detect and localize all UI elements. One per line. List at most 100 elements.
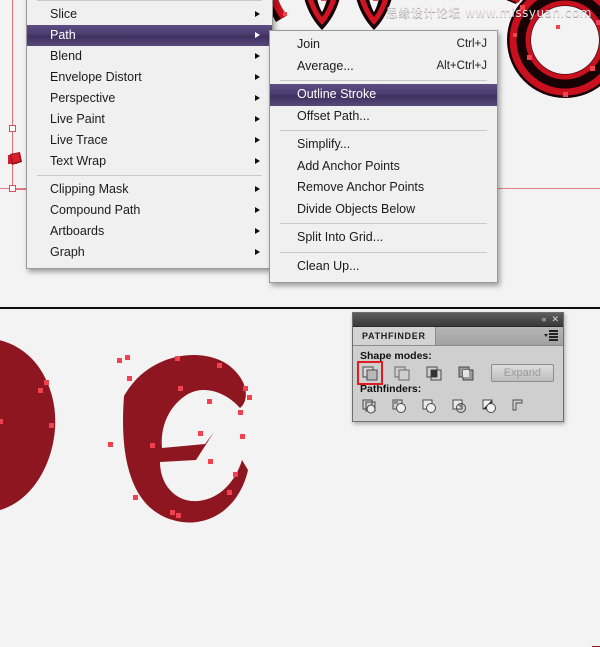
menu-item-outline-stroke[interactable]: Outline Stroke xyxy=(270,84,497,106)
menu-separator xyxy=(37,175,262,176)
panel-body: Shape modes: Expand Pathfinders: xyxy=(353,346,563,421)
menu-separator xyxy=(280,251,487,253)
menu-item-label: Remove Anchor Points xyxy=(297,180,425,194)
tab-label: PATHFINDER xyxy=(362,331,426,341)
close-icon[interactable]: ✕ xyxy=(551,314,559,325)
menu-item-label: Join xyxy=(297,37,320,51)
chevron-right-icon xyxy=(255,11,260,17)
menu-item-label: Offset Path... xyxy=(297,108,370,123)
menu-item-average[interactable]: Average... Alt+Ctrl+J xyxy=(270,56,497,78)
hamburger-icon xyxy=(549,330,558,341)
menu-item-label: Slice xyxy=(50,7,78,21)
minus-back-icon xyxy=(512,399,522,410)
menu-item-label: Perspective xyxy=(50,91,116,105)
pane-divider xyxy=(0,307,600,309)
menu-item-join[interactable]: Join Ctrl+J xyxy=(270,34,497,56)
outline-icon xyxy=(482,399,496,413)
path-submenu[interactable]: Join Ctrl+J Average... Alt+Ctrl+J Outlin… xyxy=(269,30,498,283)
crop-button[interactable] xyxy=(450,397,470,415)
pathfinders-label: Pathfinders: xyxy=(360,383,422,395)
panel-tab-row[interactable]: PATHFINDER xyxy=(353,327,563,346)
menu-item-clipping-mask[interactable]: Clipping Mask xyxy=(27,179,272,200)
chevron-right-icon xyxy=(255,32,260,38)
top-canvas-pane: 思缘设计论坛 www.missyuan.com Slice Path Blend… xyxy=(0,0,600,308)
menu-item-label: Outline Stroke xyxy=(297,87,377,101)
crop-icon xyxy=(452,399,466,413)
outline-button[interactable] xyxy=(480,397,500,415)
intersect-button[interactable] xyxy=(424,364,444,382)
trim-icon xyxy=(392,399,406,413)
menu-item-split-into-grid[interactable]: Split Into Grid... xyxy=(270,227,497,249)
menu-item-slice[interactable]: Slice xyxy=(27,4,272,25)
menu-item-label: Live Paint xyxy=(50,112,105,126)
menu-item-clean-up[interactable]: Clean Up... xyxy=(270,256,497,278)
unite-icon xyxy=(362,366,377,380)
minus-front-button[interactable] xyxy=(392,364,412,382)
bottom-canvas-pane: « ✕ PATHFINDER Shape modes: Expand Pathf… xyxy=(0,310,600,647)
chevron-down-icon xyxy=(544,333,548,337)
shape-modes-row: Expand xyxy=(357,361,556,385)
menu-item-label: Clipping Mask xyxy=(50,182,129,196)
chevron-right-icon xyxy=(255,95,260,101)
chevron-right-icon xyxy=(255,74,260,80)
chevron-right-icon xyxy=(255,158,260,164)
merge-button[interactable] xyxy=(420,397,440,415)
menu-item-label: Split Into Grid... xyxy=(297,230,384,244)
menu-item-graph[interactable]: Graph xyxy=(27,242,272,263)
menu-item-shortcut: Ctrl+J xyxy=(456,38,487,50)
shape-modes-label: Shape modes: xyxy=(360,350,432,362)
collapse-icon[interactable]: « xyxy=(541,314,546,325)
object-menu[interactable]: Slice Path Blend Envelope Distort Perspe… xyxy=(26,0,273,269)
menu-item-simplify[interactable]: Simplify... xyxy=(270,134,497,156)
menu-item-label: Add Anchor Points xyxy=(297,158,400,173)
pathfinders-row xyxy=(360,397,556,415)
unite-button[interactable] xyxy=(357,361,383,385)
menu-item-label: Clean Up... xyxy=(297,258,360,273)
chevron-right-icon xyxy=(255,116,260,122)
menu-item-add-anchor-points[interactable]: Add Anchor Points xyxy=(270,156,497,178)
menu-item-label: Blend xyxy=(50,49,82,63)
chevron-right-icon xyxy=(255,53,260,59)
expand-button[interactable]: Expand xyxy=(490,364,554,382)
chevron-right-icon xyxy=(255,186,260,192)
menu-item-label: Live Trace xyxy=(50,133,108,147)
menu-separator xyxy=(280,80,487,81)
anchor-point[interactable] xyxy=(9,125,16,132)
minus-front-icon xyxy=(394,366,409,380)
menu-item-compound-path[interactable]: Compound Path xyxy=(27,200,272,221)
menu-item-label: Envelope Distort xyxy=(50,70,142,84)
menu-item-perspective[interactable]: Perspective xyxy=(27,88,272,109)
chevron-right-icon xyxy=(255,249,260,255)
menu-item-blend[interactable]: Blend xyxy=(27,46,272,67)
menu-item-shortcut: Alt+Ctrl+J xyxy=(436,59,488,72)
menu-separator xyxy=(37,0,262,1)
menu-item-artboards[interactable]: Artboards xyxy=(27,221,272,242)
menu-separator xyxy=(280,130,487,131)
menu-item-offset-path[interactable]: Offset Path... xyxy=(270,106,497,128)
menu-item-path[interactable]: Path xyxy=(27,25,272,46)
menu-item-live-paint[interactable]: Live Paint xyxy=(27,109,272,130)
anchor-point[interactable] xyxy=(9,185,16,192)
trim-button[interactable] xyxy=(390,397,410,415)
panel-menu-icon[interactable] xyxy=(544,330,558,341)
panel-titlebar[interactable]: « ✕ xyxy=(353,313,563,327)
menu-item-envelope-distort[interactable]: Envelope Distort xyxy=(27,67,272,88)
chevron-right-icon xyxy=(255,137,260,143)
divide-button[interactable] xyxy=(360,397,380,415)
exclude-icon xyxy=(458,366,473,380)
menu-item-remove-anchor-points[interactable]: Remove Anchor Points xyxy=(270,177,497,199)
divide-icon xyxy=(362,399,375,413)
pathfinder-panel[interactable]: « ✕ PATHFINDER Shape modes: Expand Pathf… xyxy=(352,312,564,422)
exclude-button[interactable] xyxy=(456,364,476,382)
chevron-right-icon xyxy=(255,207,260,213)
menu-item-live-trace[interactable]: Live Trace xyxy=(27,130,272,151)
menu-item-label: Compound Path xyxy=(50,203,141,217)
menu-item-text-wrap[interactable]: Text Wrap xyxy=(27,151,272,172)
menu-item-label: Simplify... xyxy=(297,137,351,151)
menu-item-label: Average... xyxy=(297,58,354,73)
menu-item-divide-objects-below[interactable]: Divide Objects Below xyxy=(270,199,497,221)
tab-pathfinder[interactable]: PATHFINDER xyxy=(353,327,436,345)
screenshot-stage: 思缘设计论坛 www.missyuan.com Slice Path Blend… xyxy=(0,0,600,647)
minus-back-button[interactable] xyxy=(510,397,530,415)
merge-icon xyxy=(422,399,436,413)
